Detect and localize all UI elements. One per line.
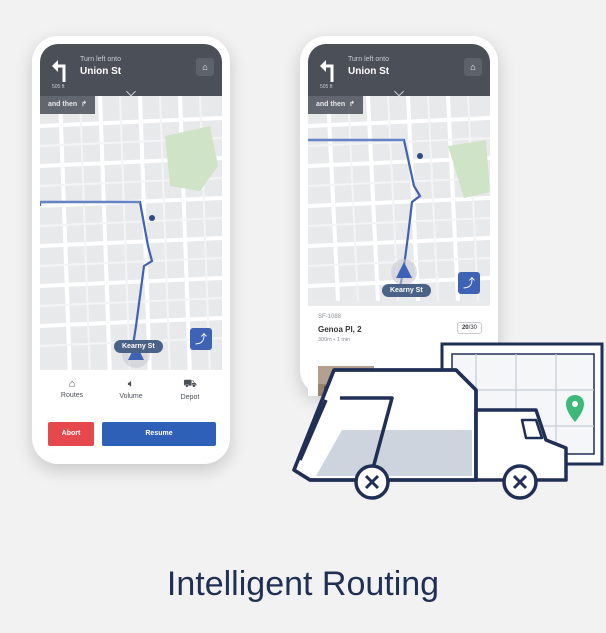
home-icon[interactable]: ⌂: [196, 58, 214, 76]
routes-button[interactable]: ⌂ Routes: [42, 378, 102, 399]
volume-icon: 🔈︎: [127, 378, 135, 390]
route-overview-icon[interactable]: ⤴: [458, 272, 480, 294]
home-icon: ⌂: [68, 378, 76, 390]
map-graphic: [308, 96, 490, 301]
abort-button[interactable]: Abort: [48, 422, 94, 446]
volume-button[interactable]: 🔈︎ Volume: [101, 378, 161, 400]
next-maneuver-label: and then: [48, 101, 78, 108]
depot-label: Depot: [180, 394, 200, 401]
feature-title: Intelligent Routing: [166, 565, 440, 603]
truck-icon: ⛟: [183, 378, 197, 390]
current-street-label: Kearny St: [114, 340, 163, 353]
nav-street: Union St: [348, 66, 390, 77]
current-street-label: Kearny St: [382, 284, 431, 297]
bottom-panel: ⌂ Routes 🔈︎ Volume ⛟ Depot Abort Resume: [40, 370, 222, 456]
turn-right-icon: ↱: [81, 101, 88, 108]
turn-left-icon: [52, 60, 66, 82]
turn-right-icon: ↱: [349, 101, 356, 108]
nav-street: Union St: [80, 66, 122, 77]
next-maneuver: and then ↱: [40, 96, 96, 114]
map-view[interactable]: [308, 96, 490, 301]
chevron-down-icon[interactable]: [126, 86, 136, 97]
phone-left-screen: Turn left onto Union St 505 ft ⌂ and the…: [40, 44, 222, 456]
route-overview-icon[interactable]: ⤴: [190, 328, 212, 350]
resume-button[interactable]: Resume: [102, 422, 216, 446]
home-icon[interactable]: ⌂: [464, 58, 482, 76]
nav-distance: 505 ft: [52, 84, 65, 90]
volume-label: Volume: [119, 393, 143, 400]
nav-distance: 505 ft: [320, 84, 333, 90]
routes-label: Routes: [60, 392, 84, 399]
nav-instruction: Turn left onto: [348, 56, 389, 63]
depot-button[interactable]: ⛟ Depot: [160, 378, 220, 401]
phone-left: Turn left onto Union St 505 ft ⌂ and the…: [32, 36, 230, 464]
navigation-bar: Turn left onto Union St 505 ft ⌂: [40, 44, 222, 97]
next-maneuver-label: and then: [316, 101, 346, 108]
nav-instruction: Turn left onto: [80, 56, 121, 63]
chevron-down-icon[interactable]: [394, 86, 404, 97]
navigation-bar: Turn left onto Union St 505 ft ⌂: [308, 44, 490, 97]
garbage-truck-illustration: [292, 342, 604, 500]
next-maneuver: and then ↱: [308, 96, 364, 114]
turn-left-icon: [320, 60, 334, 82]
stop-id: SF-1088: [318, 314, 342, 320]
